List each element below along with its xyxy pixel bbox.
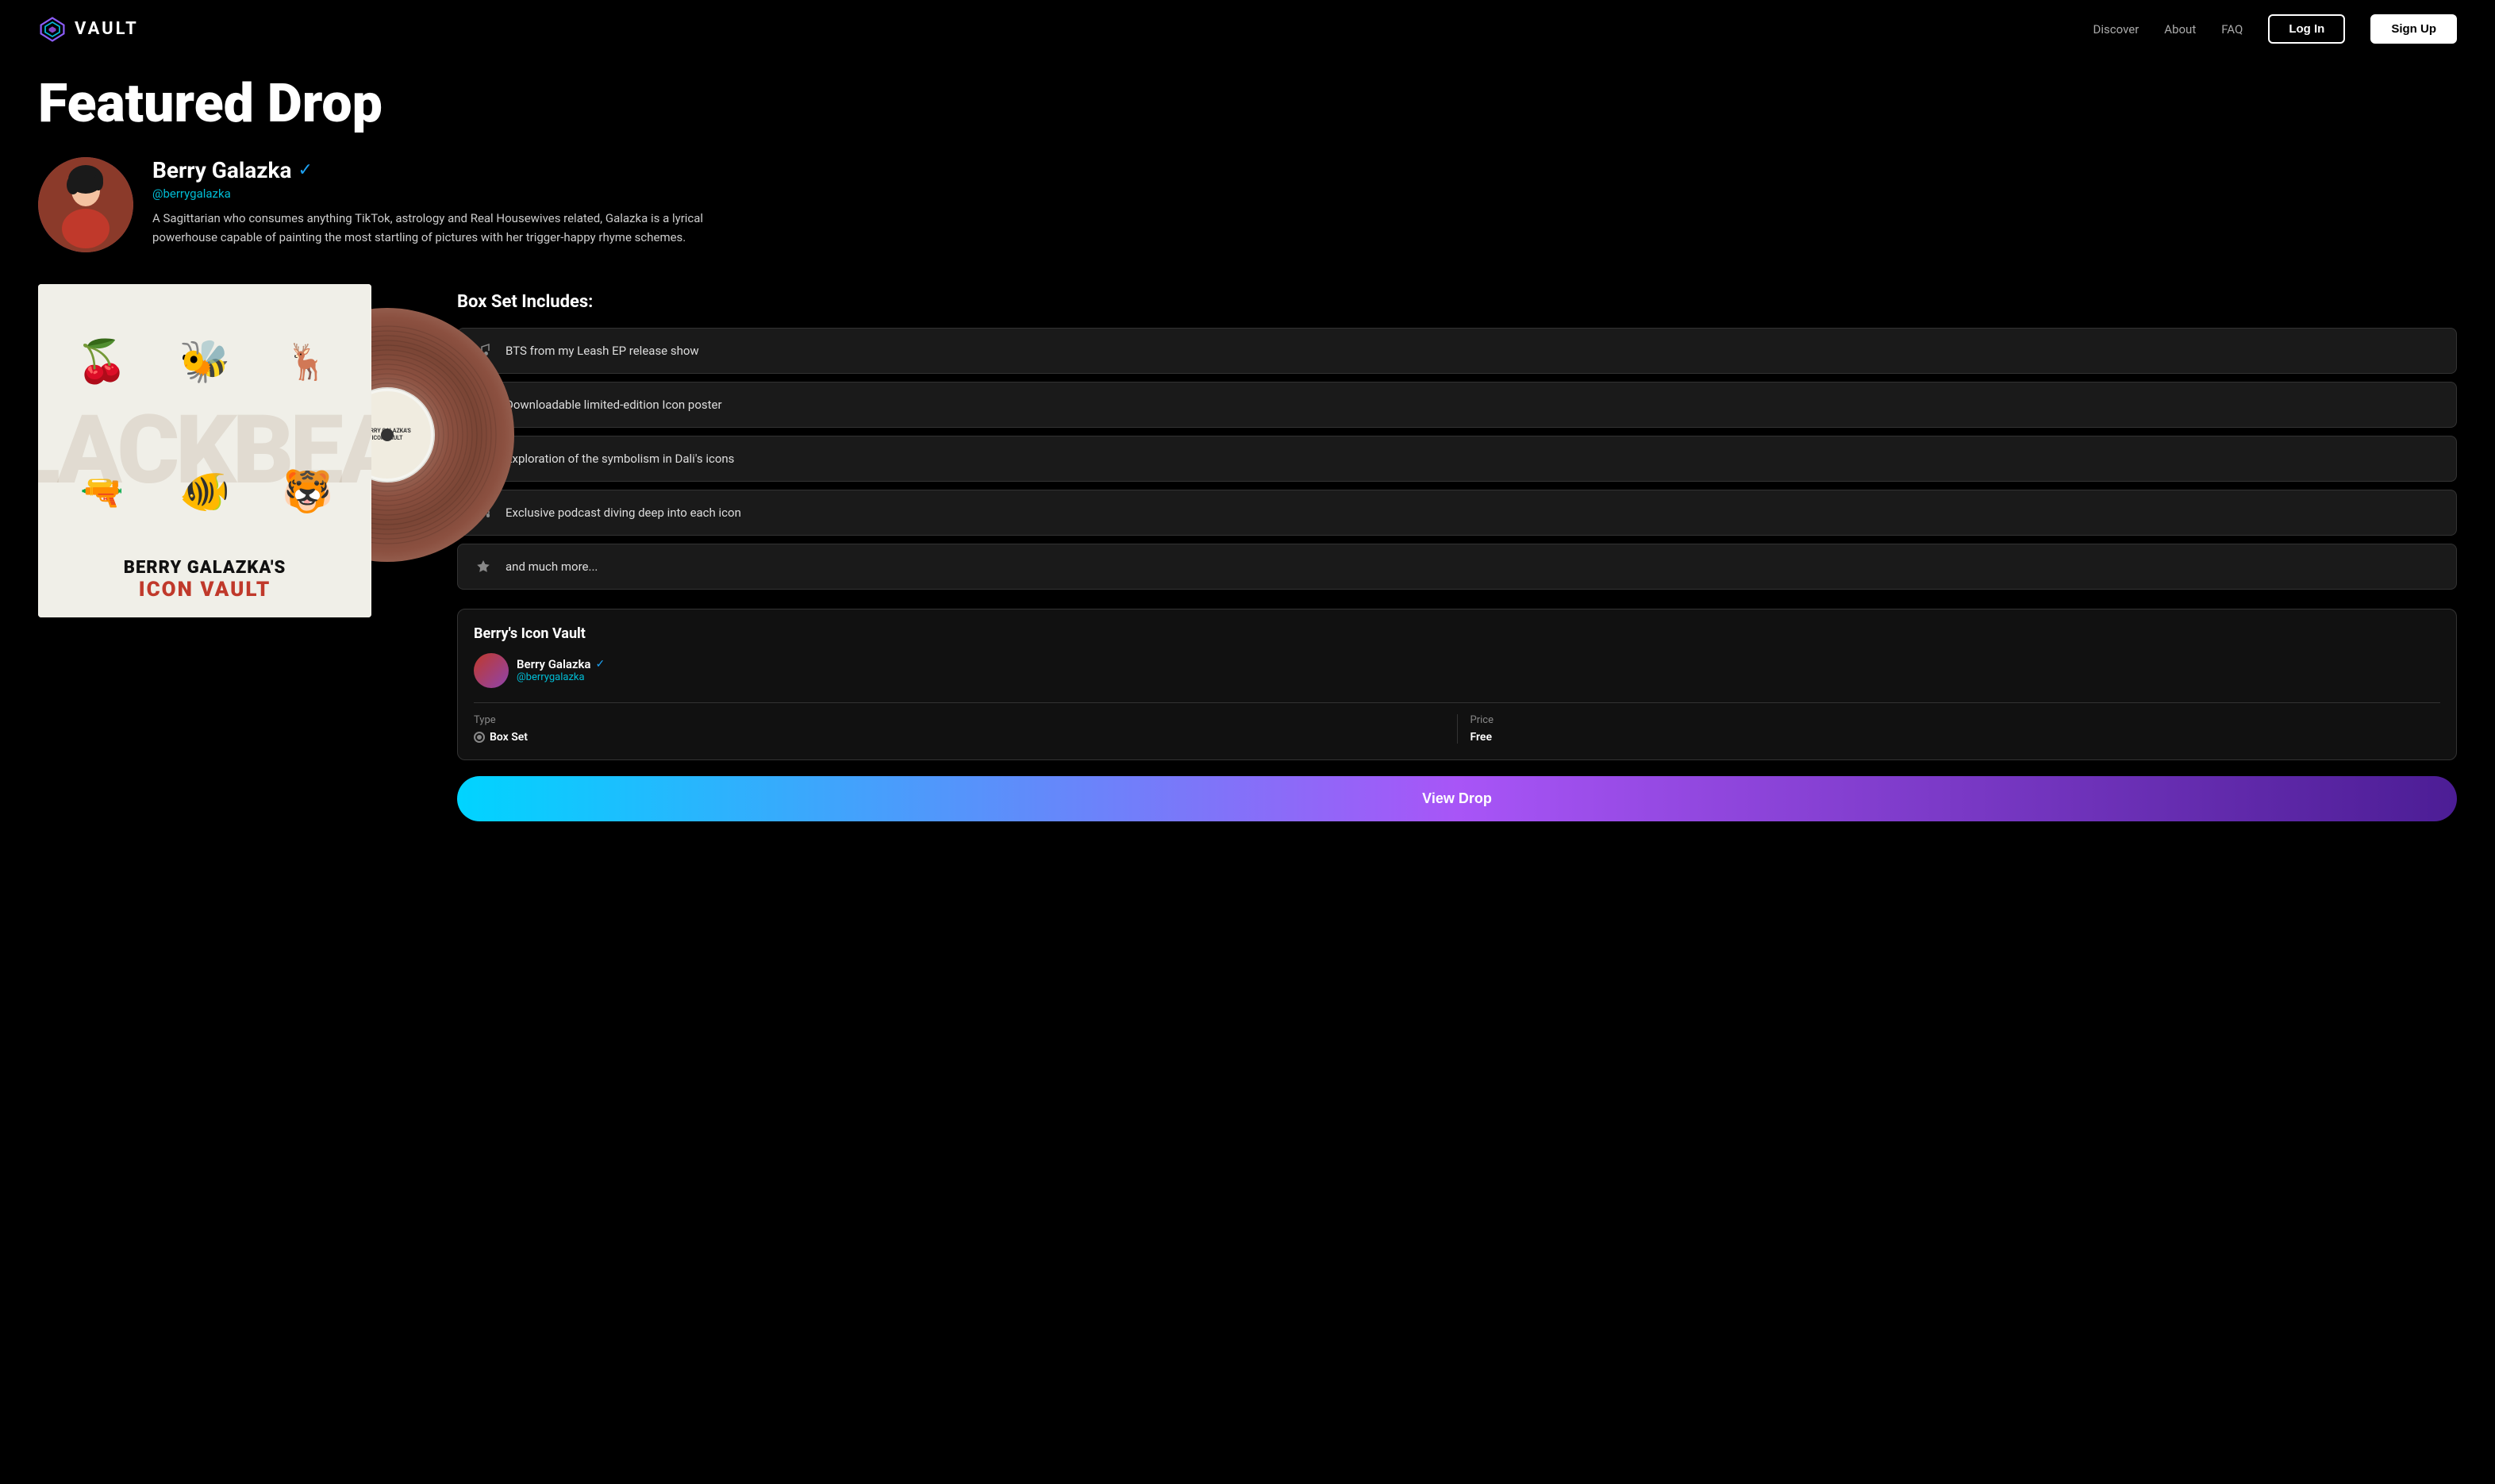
vault-logo-icon xyxy=(38,15,67,44)
list-item: Exclusive podcast diving deep into each … xyxy=(457,490,2457,536)
vault-card-artist: Berry Galazka ✓ @berrygalazka xyxy=(474,653,2440,688)
login-button[interactable]: Log In xyxy=(2268,14,2345,44)
fish-icon: 🐠 xyxy=(179,467,231,516)
vault-card-title: Berry's Icon Vault xyxy=(474,625,2440,642)
vault-card-avatar xyxy=(474,653,509,688)
artist-name: Berry Galazka xyxy=(152,157,291,183)
album-title-line1: BERRY GALAZKA'S xyxy=(38,558,371,578)
album-title-line2: ICON VAULT xyxy=(38,578,371,602)
view-drop-button[interactable]: View Drop xyxy=(457,776,2457,821)
price-value-text: Free xyxy=(1470,731,1493,744)
type-label: Type xyxy=(474,714,1444,726)
include-item-text: and much more... xyxy=(506,559,598,574)
nav-faq[interactable]: FAQ xyxy=(2221,22,2243,37)
price-label: Price xyxy=(1470,714,2441,726)
vault-card-artist-name: Berry Galazka xyxy=(517,657,591,671)
type-value-text: Box Set xyxy=(490,731,528,744)
right-panel: Box Set Includes: BTS from my Leash EP r… xyxy=(457,284,2457,821)
list-item: Downloadable limited-edition Icon poster xyxy=(457,382,2457,428)
nav-discover[interactable]: Discover xyxy=(2093,22,2139,37)
vault-card-price: Price Free xyxy=(1470,714,2441,744)
price-value: Free xyxy=(1470,731,2441,744)
include-item-text: Exclusive podcast diving deep into each … xyxy=(506,506,741,520)
box-set-includes-title: Box Set Includes: xyxy=(457,292,2457,312)
page-title: Featured Drop xyxy=(0,58,2495,157)
include-item-text: Downloadable limited-edition Icon poster xyxy=(506,398,722,412)
list-item: BTS from my Leash EP release show xyxy=(457,328,2457,374)
artist-info: Berry Galazka ✓ @berrygalazka A Sagittar… xyxy=(152,157,2457,247)
signup-button[interactable]: Sign Up xyxy=(2370,14,2457,44)
vault-card-type: Type Box Set xyxy=(474,714,1458,744)
include-item-text: BTS from my Leash EP release show xyxy=(506,344,699,358)
include-item-text: Exploration of the symbolism in Dali's i… xyxy=(506,452,734,466)
type-value: Box Set xyxy=(474,731,1444,744)
navbar: VAULT Discover About FAQ Log In Sign Up xyxy=(0,0,2495,58)
vault-card-verified-icon: ✓ xyxy=(596,658,605,671)
bee-icon: 🐝 xyxy=(179,337,231,386)
radio-icon xyxy=(474,732,485,743)
vault-card-artist-handle: @berrygalazka xyxy=(517,671,605,683)
nav-links: Discover About FAQ Log In Sign Up xyxy=(2093,14,2457,44)
animal-icon: 🦌 xyxy=(286,341,329,383)
album-title: BERRY GALAZKA'S ICON VAULT xyxy=(38,558,371,602)
album-illustrations: 🍒 🐝 🦌 🔫 🐠 🐯 xyxy=(54,300,356,554)
nav-about[interactable]: About xyxy=(2164,22,2196,37)
verified-badge-icon: ✓ xyxy=(298,160,312,180)
album-container: BERRY GALAZKA'S ICON VAULT 🍒 🐝 🦌 🔫 🐠 xyxy=(38,284,419,617)
vault-card-artist-info: Berry Galazka ✓ @berrygalazka xyxy=(517,657,605,683)
pomegranate-icon: 🍒 xyxy=(76,337,128,386)
includes-list: BTS from my Leash EP release show Downlo… xyxy=(457,328,2457,590)
star-icon xyxy=(472,556,494,578)
tiger-icon: 🐯 xyxy=(282,467,333,516)
logo[interactable]: VAULT xyxy=(38,15,139,44)
gun-icon: 🔫 xyxy=(80,471,124,513)
list-item: and much more... xyxy=(457,544,2457,590)
artist-section: Berry Galazka ✓ @berrygalazka A Sagittar… xyxy=(0,157,2495,284)
artist-handle[interactable]: @berrygalazka xyxy=(152,186,2457,201)
avatar-svg xyxy=(38,157,133,252)
artist-bio: A Sagittarian who consumes anything TikT… xyxy=(152,209,755,247)
artist-name-row: Berry Galazka ✓ xyxy=(152,157,2457,183)
logo-text: VAULT xyxy=(75,19,139,39)
avatar-image xyxy=(38,157,133,252)
main-content: BERRY GALAZKA'S ICON VAULT 🍒 🐝 🦌 🔫 🐠 xyxy=(0,284,2495,869)
avatar xyxy=(38,157,133,252)
vinyl-label-line2: ICON VAULT xyxy=(371,435,402,442)
album-background: 🍒 🐝 🦌 🔫 🐠 🐯 BERRY GALAZKA'S ICON VAULT xyxy=(38,284,371,617)
album-art: 🍒 🐝 🦌 🔫 🐠 🐯 BERRY GALAZKA'S ICON VAULT xyxy=(38,284,371,617)
list-item: Exploration of the symbolism in Dali's i… xyxy=(457,436,2457,482)
vault-card-meta: Type Box Set Price Free xyxy=(474,702,2440,744)
vault-card: Berry's Icon Vault Berry Galazka ✓ @berr… xyxy=(457,609,2457,760)
